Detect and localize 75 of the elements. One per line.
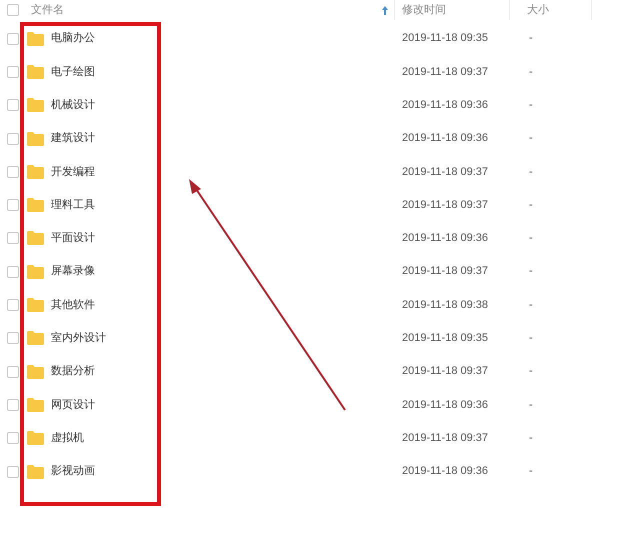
file-size: - [529,132,533,144]
folder-icon [27,431,44,446]
file-size: - [529,198,533,211]
file-size: - [529,398,533,411]
file-size: - [529,432,533,444]
modified-time: 2019-11-18 09:37 [402,365,488,378]
sort-arrow-icon[interactable] [382,6,388,14]
modified-time: 2019-11-18 09:37 [402,166,488,178]
file-size: - [529,265,533,278]
folder-name[interactable]: 其他软件 [51,296,95,314]
folder-icon [27,364,44,379]
column-header[interactable]: 修改时间 [402,2,509,18]
modified-time: 2019-11-18 09:36 [402,132,488,144]
folder-name[interactable]: 机械设计 [51,96,95,114]
modified-time: 2019-11-18 09:37 [402,432,488,444]
file-size: - [529,98,533,111]
file-size: - [529,232,533,244]
checkbox[interactable] [7,32,19,45]
folder-icon [27,398,44,412]
checkbox[interactable] [7,366,19,378]
file-size: - [529,332,533,344]
checkbox[interactable] [7,132,19,145]
folder-icon [27,64,44,79]
column-header[interactable]: 大小 [527,2,591,18]
checkbox[interactable] [7,432,19,444]
checkbox[interactable] [7,99,19,112]
modified-time: 2019-11-18 09:37 [402,265,488,278]
folder-name[interactable]: 理料工具 [51,196,95,214]
file-size: - [529,166,533,178]
modified-time: 2019-11-18 09:36 [402,398,488,411]
column-header[interactable]: 文件名 [31,2,382,18]
folder-name[interactable]: 影视动画 [51,463,95,480]
folder-icon [27,298,44,312]
folder-icon [27,331,44,346]
checkbox[interactable] [7,232,19,244]
checkbox[interactable] [7,4,19,16]
folder-icon [27,264,44,279]
folder-icon [27,132,44,146]
folder-name[interactable]: 平面设计 [51,230,95,247]
modified-time: 2019-11-18 09:38 [402,298,488,311]
checkbox[interactable] [7,166,19,178]
folder-name[interactable]: 网页设计 [51,396,95,414]
checkbox[interactable] [7,299,19,312]
folder-name[interactable]: 电脑办公 [51,30,95,47]
folder-name[interactable]: 电子绘图 [51,64,95,80]
folder-icon [27,464,44,478]
modified-time: 2019-11-18 09:37 [402,66,488,78]
folder-name[interactable]: 建筑设计 [51,130,95,147]
file-size: - [529,66,533,78]
folder-icon [27,231,44,246]
folder-name[interactable]: 开发编程 [51,164,95,180]
file-size: - [529,465,533,478]
file-size: - [529,365,533,378]
folder-name[interactable]: 室内外设计 [51,330,106,347]
folder-icon [27,198,44,212]
modified-time: 2019-11-18 09:35 [402,32,488,44]
folder-icon [27,164,44,179]
folder-name[interactable]: 数据分析 [51,363,95,380]
checkbox[interactable] [7,466,19,478]
folder-name[interactable]: 虚拟机 [51,430,84,446]
checkbox[interactable] [7,266,19,278]
modified-time: 2019-11-18 09:37 [402,198,488,211]
modified-time: 2019-11-18 09:36 [402,465,488,478]
file-size: - [529,32,533,44]
folder-name[interactable]: 屏幕录像 [51,263,95,280]
checkbox[interactable] [7,332,19,344]
folder-icon [27,32,44,46]
checkbox[interactable] [7,199,19,212]
checkbox[interactable] [7,398,19,411]
modified-time: 2019-11-18 09:36 [402,98,488,111]
file-size: - [529,298,533,311]
modified-time: 2019-11-18 09:36 [402,232,488,244]
modified-time: 2019-11-18 09:35 [402,332,488,344]
folder-icon [27,98,44,112]
checkbox[interactable] [7,66,19,78]
